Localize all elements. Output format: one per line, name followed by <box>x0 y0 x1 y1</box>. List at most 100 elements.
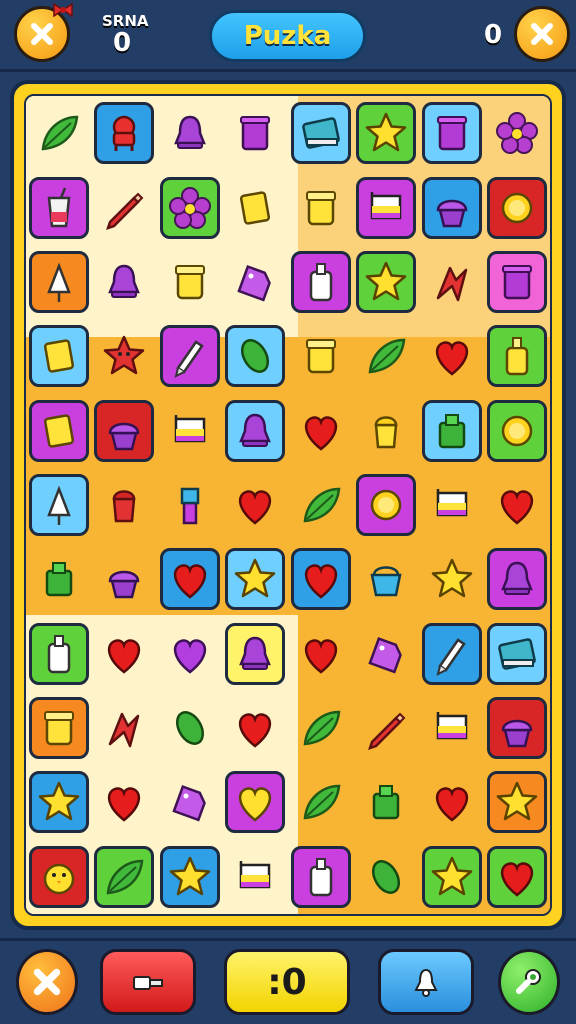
board-cell[interactable] <box>92 840 158 914</box>
piece-tile[interactable] <box>290 102 351 165</box>
board-cell[interactable] <box>288 170 354 244</box>
board-cell[interactable] <box>157 319 223 393</box>
close-button-bottom[interactable] <box>16 949 78 1015</box>
board-cell[interactable] <box>419 468 485 542</box>
piece-tile[interactable] <box>28 771 89 834</box>
board-cell[interactable] <box>157 393 223 467</box>
wrench-button[interactable] <box>498 949 560 1015</box>
piece-tile[interactable] <box>487 176 548 239</box>
piece-tile[interactable] <box>421 399 482 462</box>
board-cell[interactable] <box>419 691 485 765</box>
piece-tile[interactable] <box>356 250 417 313</box>
board-cell[interactable] <box>26 468 92 542</box>
hammer-button[interactable] <box>100 949 196 1015</box>
board-cell[interactable] <box>485 542 551 616</box>
piece-tile[interactable] <box>225 548 286 611</box>
board-cell[interactable] <box>485 96 551 170</box>
board-cell[interactable] <box>485 170 551 244</box>
piece-tile[interactable] <box>487 548 548 611</box>
piece-tile[interactable] <box>28 845 89 908</box>
board-cell[interactable] <box>157 617 223 691</box>
piece-tile[interactable] <box>28 622 89 685</box>
board-cell[interactable] <box>288 617 354 691</box>
board-cell[interactable] <box>92 319 158 393</box>
board-cell[interactable] <box>419 542 485 616</box>
board-cell[interactable] <box>92 691 158 765</box>
board-cell[interactable] <box>26 840 92 914</box>
board-cell[interactable] <box>485 468 551 542</box>
board-cell[interactable] <box>354 170 420 244</box>
board-cell[interactable] <box>419 245 485 319</box>
board-cell[interactable] <box>354 542 420 616</box>
board-cell[interactable] <box>223 319 289 393</box>
board-cell[interactable] <box>26 393 92 467</box>
board-cell[interactable] <box>485 765 551 839</box>
piece-tile[interactable] <box>159 548 220 611</box>
board-cell[interactable] <box>354 840 420 914</box>
board-cell[interactable] <box>92 393 158 467</box>
board-cell[interactable] <box>354 393 420 467</box>
board-cell[interactable] <box>26 691 92 765</box>
board-cell[interactable] <box>157 765 223 839</box>
piece-tile[interactable] <box>94 399 155 462</box>
board-cell[interactable] <box>223 840 289 914</box>
piece-tile[interactable] <box>421 845 482 908</box>
board-cell[interactable] <box>223 170 289 244</box>
board-cell[interactable] <box>92 245 158 319</box>
piece-tile[interactable] <box>487 845 548 908</box>
board-cell[interactable] <box>26 542 92 616</box>
board-cell[interactable] <box>157 96 223 170</box>
board-cell[interactable] <box>485 319 551 393</box>
piece-tile[interactable] <box>290 548 351 611</box>
piece-tile[interactable] <box>421 622 482 685</box>
board-cell[interactable] <box>157 840 223 914</box>
board-cell[interactable] <box>288 765 354 839</box>
board-cell[interactable] <box>288 319 354 393</box>
board-cell[interactable] <box>157 170 223 244</box>
piece-tile[interactable] <box>159 325 220 388</box>
piece-tile[interactable] <box>225 325 286 388</box>
piece-tile[interactable] <box>421 102 482 165</box>
board-cell[interactable] <box>288 691 354 765</box>
board-cell[interactable] <box>419 765 485 839</box>
board-cell[interactable] <box>354 319 420 393</box>
board-cell[interactable] <box>354 765 420 839</box>
close-button-right[interactable] <box>514 6 570 62</box>
board-cell[interactable] <box>354 245 420 319</box>
piece-tile[interactable] <box>487 250 548 313</box>
piece-tile[interactable] <box>28 697 89 760</box>
board-cell[interactable] <box>223 691 289 765</box>
board-cell[interactable] <box>485 393 551 467</box>
board-cell[interactable] <box>485 245 551 319</box>
board-cell[interactable] <box>157 542 223 616</box>
piece-tile[interactable] <box>356 176 417 239</box>
piece-tile[interactable] <box>356 473 417 536</box>
board-cell[interactable] <box>157 245 223 319</box>
piece-tile[interactable] <box>487 399 548 462</box>
board-cell[interactable] <box>419 319 485 393</box>
board-cell[interactable] <box>223 393 289 467</box>
board-cell[interactable] <box>419 840 485 914</box>
piece-tile[interactable] <box>28 250 89 313</box>
bell-button[interactable] <box>378 949 474 1015</box>
piece-tile[interactable] <box>159 845 220 908</box>
board-cell[interactable] <box>26 617 92 691</box>
board-cell[interactable] <box>26 245 92 319</box>
board-cell[interactable] <box>26 319 92 393</box>
board-cell[interactable] <box>288 542 354 616</box>
piece-tile[interactable] <box>225 771 286 834</box>
board-cell[interactable] <box>485 840 551 914</box>
board-cell[interactable] <box>419 96 485 170</box>
board-cell[interactable] <box>223 765 289 839</box>
piece-tile[interactable] <box>225 399 286 462</box>
board-cell[interactable] <box>92 617 158 691</box>
board-cell[interactable] <box>288 245 354 319</box>
piece-tile[interactable] <box>487 622 548 685</box>
piece-tile[interactable] <box>28 325 89 388</box>
piece-tile[interactable] <box>290 845 351 908</box>
board-cell[interactable] <box>288 393 354 467</box>
board-cell[interactable] <box>419 170 485 244</box>
board-cell[interactable] <box>157 468 223 542</box>
board-cell[interactable] <box>354 96 420 170</box>
piece-tile[interactable] <box>356 102 417 165</box>
